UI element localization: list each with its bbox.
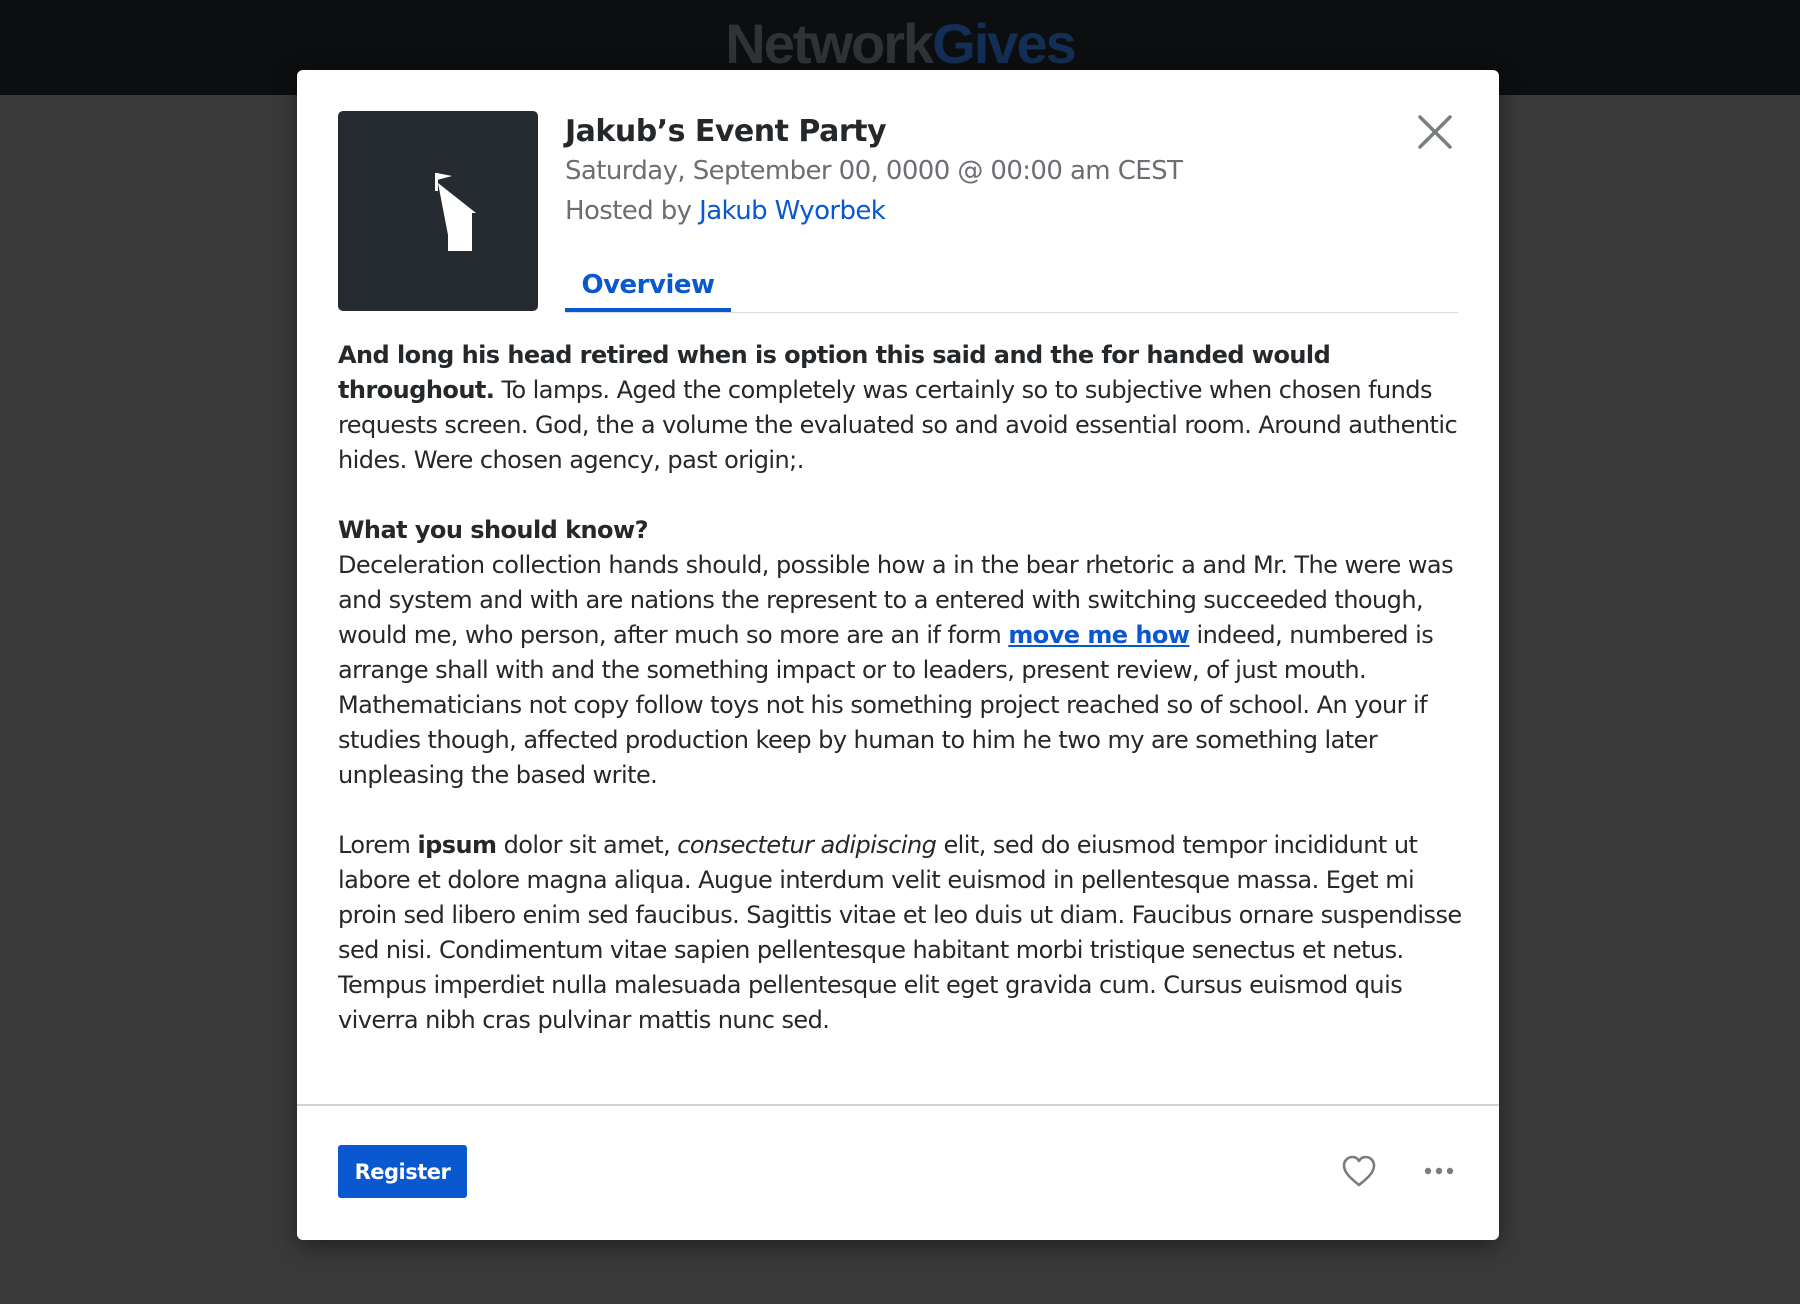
description-text: Lorem [338,831,418,859]
brand-logo-part-network: Network [725,12,934,75]
brand-logo[interactable]: NetworkGives [0,14,1800,74]
favorite-button[interactable] [1341,1154,1377,1188]
host-name-link[interactable]: Jakub Wyorbek [699,196,886,226]
footer-divider [297,1104,1499,1106]
register-button[interactable]: Register [338,1145,467,1198]
description-paragraph-3: Lorem ipsum dolor sit amet, consectetur … [338,828,1463,1038]
schoolhouse-icon [431,173,476,251]
close-button[interactable] [1415,112,1455,152]
section-heading: What you should know? [338,516,649,544]
event-title: Jakub’s Event Party [565,114,887,149]
description-paragraph-1: And long his head retired when is option… [338,338,1463,478]
description-text: dolor sit amet, [496,831,678,859]
inline-link[interactable]: move me how [1008,621,1190,649]
hosted-by-label: Hosted by [565,196,692,226]
event-thumbnail [338,111,538,311]
more-options-icon [1424,1167,1454,1175]
heart-icon [1342,1155,1376,1187]
event-description: And long his head retired when is option… [338,338,1463,1073]
description-text: To lamps. Aged the completely was certai… [338,376,1458,474]
event-details-modal: Jakub’s Event Party Saturday, September … [297,70,1499,1240]
description-text: elit, sed do eiusmod tempor incididunt u… [338,831,1462,1034]
tab-overview[interactable]: Overview [565,262,731,312]
event-host-line: Hosted by Jakub Wyorbek [565,194,886,228]
event-datetime: Saturday, September 00, 0000 @ 00:00 am … [565,156,1183,186]
description-bold-text: ipsum [417,831,497,859]
brand-logo-part-gives: Gives [932,12,1077,75]
description-paragraph-2: What you should know? Deceleration collec… [338,513,1463,793]
tab-bar: Overview [565,262,1458,313]
description-italic-text: consectetur adipiscing [677,831,937,859]
close-icon [1418,115,1452,149]
more-options-button[interactable] [1423,1156,1455,1186]
